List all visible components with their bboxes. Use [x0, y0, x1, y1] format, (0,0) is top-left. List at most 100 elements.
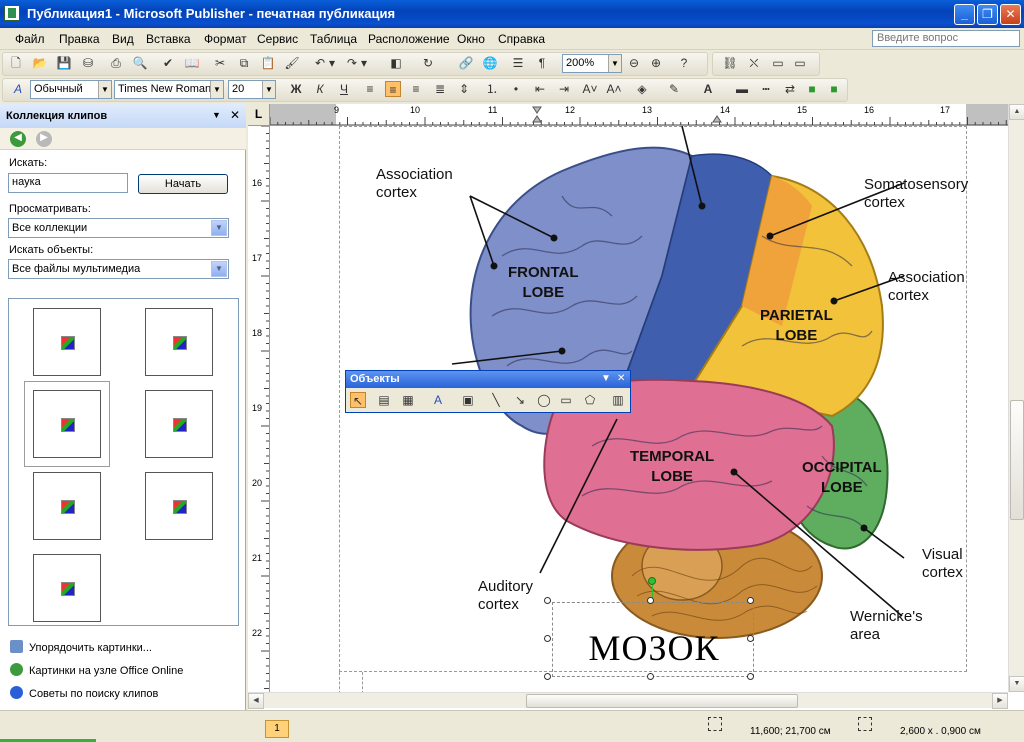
select-objects-icon[interactable]: ↖: [350, 392, 366, 408]
collections-select[interactable]: Все коллекции ▼: [8, 218, 229, 238]
shadow-style-icon[interactable]: ■: [804, 81, 820, 97]
vertical-scrollbar[interactable]: ▲ ▼: [1008, 104, 1024, 692]
restore-button[interactable]: ❐: [977, 4, 998, 25]
menu-view[interactable]: Вид: [112, 32, 134, 46]
resize-handle[interactable]: [747, 635, 754, 642]
bring-forward-icon[interactable]: ◧: [388, 55, 404, 71]
search-tips-link[interactable]: Советы по поиску клипов: [10, 686, 158, 700]
clip-thumbnail[interactable]: [33, 472, 101, 540]
redo-dropdown-icon[interactable]: ▾: [360, 55, 368, 71]
line-spacing-icon[interactable]: ⇕: [456, 81, 472, 97]
search-input[interactable]: наука: [8, 173, 128, 193]
columns-icon[interactable]: ☰: [510, 55, 526, 71]
paste-icon[interactable]: 📋: [260, 55, 276, 71]
permission-icon[interactable]: ⛁: [80, 55, 96, 71]
help-icon[interactable]: ?: [676, 55, 692, 71]
clip-thumbnail[interactable]: [33, 308, 101, 376]
3d-style-icon[interactable]: ■: [826, 81, 842, 97]
chevron-down-icon[interactable]: ▼: [211, 220, 227, 236]
close-icon[interactable]: ✕: [230, 108, 240, 122]
print-preview-icon[interactable]: 🔍: [132, 55, 148, 71]
increase-font-icon[interactable]: A˄: [606, 81, 622, 97]
line-style-icon[interactable]: ▬: [734, 81, 750, 97]
justify-icon[interactable]: ≣: [432, 81, 448, 97]
rectangle-icon[interactable]: ▭: [558, 392, 574, 408]
oval-icon[interactable]: ◯: [536, 392, 552, 408]
chevron-down-icon[interactable]: ▼: [211, 261, 227, 277]
insert-table-icon[interactable]: ▦: [400, 392, 416, 408]
special-chars-icon[interactable]: ¶: [534, 55, 550, 71]
line-icon[interactable]: ╲: [488, 392, 504, 408]
spelling-icon[interactable]: ✔: [160, 55, 176, 71]
align-right-icon[interactable]: ≡: [408, 81, 424, 97]
resize-handle[interactable]: [544, 673, 551, 680]
copy-icon[interactable]: ⧉: [236, 55, 252, 71]
web-icon[interactable]: 🌐: [482, 55, 498, 71]
next-frame-icon[interactable]: ▭: [792, 55, 808, 71]
menu-table[interactable]: Таблица: [310, 32, 357, 46]
ruler-origin[interactable]: L: [248, 104, 270, 126]
font-size-combo[interactable]: 20 ▼: [228, 80, 276, 99]
page-navigation-tab[interactable]: 1: [265, 720, 289, 738]
menu-file[interactable]: Файл: [15, 32, 45, 46]
text-box-icon[interactable]: ▤: [376, 392, 392, 408]
increase-indent-icon[interactable]: ⇥: [556, 81, 572, 97]
horizontal-ruler[interactable]: 9 10 11 12 13 14 15 16 17: [270, 104, 1008, 126]
design-gallery-icon[interactable]: ▥: [610, 392, 626, 408]
close-icon[interactable]: ✕: [617, 373, 625, 384]
previous-frame-icon[interactable]: ▭: [770, 55, 786, 71]
chevron-down-icon[interactable]: ▼: [601, 373, 611, 384]
align-left-icon[interactable]: ≡: [362, 81, 378, 97]
resize-handle[interactable]: [647, 597, 654, 604]
menu-edit[interactable]: Правка: [59, 32, 100, 46]
link-text-icon[interactable]: ⛓: [722, 55, 738, 71]
wordart-icon[interactable]: A: [430, 392, 446, 408]
save-icon[interactable]: 💾: [56, 55, 72, 71]
text-box-content[interactable]: МОЗОК: [553, 628, 755, 668]
arrow-style-icon[interactable]: ⇄: [782, 81, 798, 97]
resize-handle[interactable]: [747, 673, 754, 680]
redo-icon[interactable]: ↷: [344, 55, 360, 71]
clip-thumbnail[interactable]: [145, 472, 213, 540]
decrease-indent-icon[interactable]: ⇤: [532, 81, 548, 97]
zoom-combo[interactable]: 200% ▼: [562, 54, 622, 73]
chevron-down-icon[interactable]: ▼: [210, 81, 223, 98]
menu-insert[interactable]: Вставка: [146, 32, 191, 46]
vertical-ruler[interactable]: 16 17 18 19 20 21 22: [248, 126, 270, 692]
clip-thumbnail[interactable]: [145, 308, 213, 376]
underline-button[interactable]: Ч: [336, 81, 352, 97]
organize-clips-link[interactable]: Упорядочить картинки...: [10, 640, 152, 654]
media-type-select[interactable]: Все файлы мультимедиа ▼: [8, 259, 229, 279]
menu-tools[interactable]: Сервис: [257, 32, 298, 46]
resize-handle[interactable]: [747, 597, 754, 604]
scroll-right-icon[interactable]: ▶: [992, 693, 1008, 709]
format-painter-icon[interactable]: 🖌: [284, 55, 300, 71]
chevron-down-icon[interactable]: ▼: [608, 55, 621, 72]
publisher-app-icon[interactable]: [4, 5, 20, 21]
zoom-out-icon[interactable]: ⊖: [626, 55, 642, 71]
numbering-icon[interactable]: ⒈: [484, 81, 500, 97]
new-icon[interactable]: 🗋: [8, 55, 24, 71]
align-center-icon[interactable]: ≡: [385, 81, 401, 97]
menu-window[interactable]: Окно: [457, 32, 485, 46]
resize-handle[interactable]: [544, 635, 551, 642]
font-color-icon[interactable]: A: [700, 81, 716, 97]
clip-thumbnail[interactable]: [145, 390, 213, 458]
rotate-icon[interactable]: ↻: [420, 55, 436, 71]
decrease-font-icon[interactable]: A˅: [582, 81, 598, 97]
back-icon[interactable]: ◀: [10, 131, 26, 147]
line-color-icon[interactable]: ✎: [666, 81, 682, 97]
scroll-left-icon[interactable]: ◀: [248, 693, 264, 709]
objects-toolbar[interactable]: Объекты ▼ ✕ ↖ ▤ ▦ A ▣ ╲ ↘ ◯ ▭ ⬠ ▥: [345, 370, 631, 413]
hyperlink-icon[interactable]: 🔗: [458, 55, 474, 71]
scroll-down-icon[interactable]: ▼: [1009, 676, 1024, 692]
styles-icon[interactable]: A: [10, 81, 26, 97]
close-button[interactable]: ✕: [1000, 4, 1021, 25]
clip-thumbnail[interactable]: [33, 554, 101, 622]
bullets-icon[interactable]: •: [508, 81, 524, 97]
selected-text-box[interactable]: МОЗОК: [552, 602, 754, 677]
research-icon[interactable]: 📖: [184, 55, 200, 71]
chevron-down-icon[interactable]: ▼: [262, 81, 275, 98]
italic-button[interactable]: К: [312, 81, 328, 97]
forward-icon[interactable]: ▶: [36, 131, 52, 147]
